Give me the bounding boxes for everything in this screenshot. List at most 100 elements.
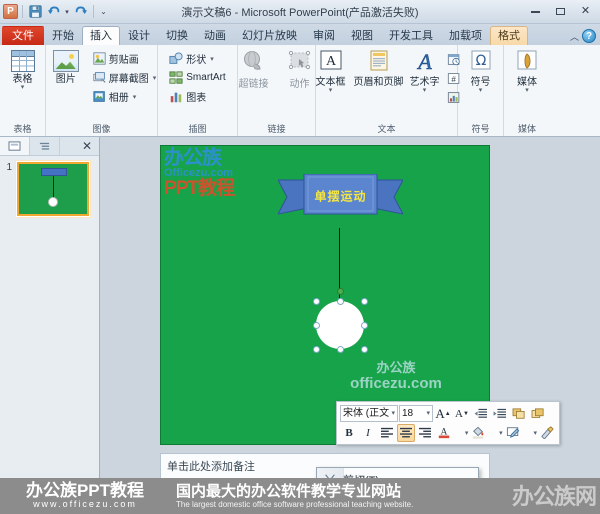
redo-icon	[75, 5, 88, 18]
resize-handle-n[interactable]	[337, 298, 344, 305]
format-painter-button[interactable]	[538, 424, 556, 442]
pendulum-bob-shape[interactable]	[316, 301, 364, 349]
minimize-button[interactable]	[523, 3, 548, 21]
tab-developer[interactable]: 开发工具	[381, 26, 441, 45]
shape-outline-button[interactable]	[504, 424, 522, 442]
grow-font-button[interactable]: A▲	[434, 405, 452, 423]
insert-symbol-button[interactable]: Ω 符号 ▾	[459, 47, 503, 94]
slides-tab[interactable]	[0, 137, 30, 155]
align-center-button[interactable]	[397, 424, 415, 442]
undo-dropdown-button[interactable]: ▾	[63, 4, 71, 20]
italic-icon: I	[366, 427, 370, 439]
resize-handle-nw[interactable]	[313, 298, 320, 305]
decrease-indent-button[interactable]	[472, 405, 490, 423]
resize-handle-sw[interactable]	[313, 346, 320, 353]
ribbon: 表格 ▾ 表格 图片	[0, 45, 600, 137]
insert-textbox-button[interactable]: A 文本框 ▾	[311, 47, 351, 94]
fill-color-button[interactable]	[469, 424, 487, 442]
tab-view[interactable]: 视图	[343, 26, 381, 45]
chevron-down-icon: ▾	[329, 88, 333, 94]
italic-button[interactable]: I	[359, 424, 377, 442]
restore-icon	[556, 8, 565, 15]
insert-shapes-button[interactable]: 形状 ▾	[166, 49, 228, 68]
restore-button[interactable]	[548, 3, 573, 21]
tab-format[interactable]: 格式	[490, 26, 528, 45]
chevron-down-icon[interactable]: ▾	[424, 406, 430, 421]
chevron-down-icon: ▾	[21, 85, 25, 91]
close-icon: ✕	[581, 6, 590, 17]
rotation-handle[interactable]	[337, 288, 344, 295]
tab-slideshow[interactable]: 幻灯片放映	[234, 26, 305, 45]
svg-text:Ω: Ω	[475, 53, 486, 69]
shape-outline-dropdown[interactable]: ▾	[531, 429, 537, 437]
ribbon-group-symbols: Ω 符号 ▾ 符号	[458, 45, 504, 136]
help-button[interactable]: ?	[582, 29, 596, 43]
shrink-font-button[interactable]: A▼	[453, 405, 471, 423]
decrease-list-level-button[interactable]	[510, 405, 528, 423]
insert-table-button[interactable]: 表格 ▾	[1, 47, 45, 91]
footer-url: www.officezu.com	[0, 500, 170, 510]
chevron-down-icon[interactable]: ▾	[389, 406, 395, 421]
bold-button[interactable]: B	[340, 424, 358, 442]
insert-smartart-button[interactable]: SmartArt	[166, 68, 228, 87]
tab-transitions[interactable]: 切换	[158, 26, 196, 45]
decrease-indent-icon	[474, 408, 488, 420]
slide-thumbnail-1[interactable]	[17, 162, 89, 216]
align-right-button[interactable]	[416, 424, 434, 442]
font-name-input[interactable]: 宋体 (正文 ▾	[340, 405, 398, 422]
photo-album-icon	[93, 90, 106, 103]
insert-screenshot-button[interactable]: 屏幕截图 ▾	[90, 68, 160, 87]
photo-album-label: 相册	[109, 89, 129, 104]
font-color-dropdown[interactable]: ▾	[463, 429, 469, 437]
close-pane-button[interactable]: ✕	[75, 139, 99, 153]
save-button[interactable]	[27, 4, 43, 20]
banner-text: 单摆运动	[314, 190, 368, 205]
insert-media-button[interactable]: 媒体 ▾	[505, 47, 549, 94]
insert-header-footer-button[interactable]: 页眉和页脚	[353, 47, 405, 88]
resize-handle-ne[interactable]	[361, 298, 368, 305]
header-footer-icon	[368, 50, 390, 75]
minimize-ribbon-button[interactable]: ︿	[570, 30, 579, 43]
tab-file[interactable]: 文件	[2, 26, 44, 45]
insert-wordart-button[interactable]: A 艺术字 ▾	[407, 47, 443, 94]
insert-photo-album-button[interactable]: 相册 ▾	[90, 87, 160, 106]
hyperlink-icon	[241, 50, 267, 77]
increase-list-level-icon	[531, 408, 545, 420]
increase-indent-button[interactable]	[491, 405, 509, 423]
banner-shape[interactable]: 单摆运动	[278, 174, 403, 220]
tab-addins[interactable]: 加载项	[441, 26, 490, 45]
font-color-button[interactable]: A	[435, 424, 453, 442]
tab-design[interactable]: 设计	[120, 26, 158, 45]
shrink-font-icon: A	[455, 408, 463, 420]
powerpoint-logo-icon[interactable]: P	[3, 4, 18, 19]
slide-canvas[interactable]: 单摆运动 办公族 Officezu.com PPT教程	[160, 145, 490, 445]
tab-home[interactable]: 开始	[44, 26, 82, 45]
undo-button[interactable]	[45, 4, 61, 20]
smartart-label: SmartArt	[186, 72, 225, 83]
redo-button[interactable]	[73, 4, 89, 20]
resize-handle-w[interactable]	[313, 322, 320, 329]
resize-handle-se[interactable]	[361, 346, 368, 353]
group-label-media: 媒体	[507, 123, 547, 136]
customize-qat-button[interactable]: ⌄	[98, 4, 109, 20]
tab-animations[interactable]: 动画	[196, 26, 234, 45]
font-size-input[interactable]: 18 ▾	[399, 405, 433, 422]
resize-handle-e[interactable]	[361, 322, 368, 329]
watermark-line2: Officezu.com	[164, 168, 284, 179]
increase-list-level-button[interactable]	[529, 405, 547, 423]
action-icon	[287, 50, 313, 77]
tab-review[interactable]: 审阅	[305, 26, 343, 45]
ribbon-group-images: 图片 剪贴画	[46, 45, 158, 136]
tab-insert[interactable]: 插入	[82, 26, 120, 45]
close-button[interactable]: ✕	[573, 3, 598, 21]
fill-color-dropdown[interactable]: ▾	[497, 429, 503, 437]
align-left-button[interactable]	[378, 424, 396, 442]
insert-hyperlink-button[interactable]: 超链接	[232, 47, 276, 90]
outline-tab[interactable]	[30, 137, 60, 155]
resize-handle-s[interactable]	[337, 346, 344, 353]
insert-picture-button[interactable]: 图片	[44, 47, 88, 85]
insert-clipart-button[interactable]: 剪贴画	[90, 49, 160, 68]
insert-chart-button[interactable]: 图表	[166, 87, 228, 106]
svg-text:#: #	[451, 74, 456, 83]
mini-formatting-toolbar: 宋体 (正文 ▾ 18 ▾ A▲ A▼	[336, 401, 560, 445]
